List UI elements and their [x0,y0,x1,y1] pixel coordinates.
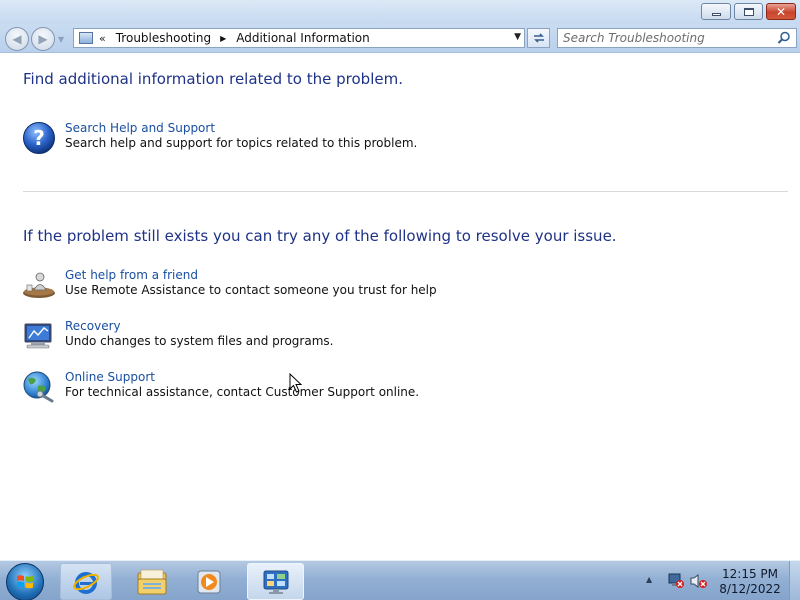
content-pane: Find additional information related to t… [0,54,800,560]
show-hidden-icons-button[interactable]: ▲ [646,575,652,584]
forward-arrow-icon: ▶ [38,32,48,46]
restore-icon [743,7,754,16]
control-panel-icon [263,570,288,594]
breadcrumb-troubleshooting[interactable]: Troubleshooting [116,31,211,45]
search-help-link[interactable]: Search Help and Support [65,121,215,135]
refresh-icon [533,33,544,43]
clock-time: 12:15 PM [722,567,778,581]
taskbar-internet-explorer[interactable] [60,563,112,600]
breadcrumb-separator-icon[interactable]: ▶ [220,34,226,43]
help-icon: ? [23,122,55,154]
internet-explorer-icon [73,571,99,594]
network-icon[interactable] [667,573,685,589]
remote-assistance-icon [23,272,55,298]
show-desktop-button[interactable] [789,561,800,600]
window-title-bar: ✕ [0,0,800,24]
forward-button[interactable]: ▶ [31,27,55,51]
recent-pages-dropdown[interactable]: ▼ [58,35,64,44]
clock-date: 8/12/2022 [719,582,781,596]
folder-icon [137,569,167,594]
page-title: Find additional information related to t… [23,70,403,88]
recovery-link[interactable]: Recovery [65,319,121,333]
start-button[interactable] [6,563,44,600]
section-divider [23,191,788,192]
refresh-button[interactable] [527,28,550,48]
search-icon[interactable] [777,31,791,45]
online-support-link[interactable]: Online Support [65,370,155,384]
back-button[interactable]: ◀ [5,27,29,51]
back-arrow-icon: ◀ [12,32,22,46]
restore-button[interactable] [734,3,763,20]
task-description: For technical assistance, contact Custom… [65,385,420,399]
globe-icon [23,371,54,403]
task-description: Use Remote Assistance to contact someone… [65,283,437,297]
recovery-icon [24,323,52,349]
taskbar: ▲ 12:15 PM 8/12/2022 [0,560,800,600]
media-player-icon [197,570,221,593]
section-heading: If the problem still exists you can try … [23,227,617,245]
windows-logo-icon [17,575,33,589]
task-description: Search help and support for topics relat… [65,136,418,150]
svg-text:?: ? [33,126,45,150]
search-box[interactable] [557,28,797,48]
taskbar-media-player[interactable] [184,563,236,600]
close-icon: ✕ [775,4,787,19]
control-panel-icon [79,32,93,44]
task-description: Undo changes to system files and program… [65,334,334,348]
close-button[interactable]: ✕ [766,3,796,20]
search-input[interactable] [563,30,773,46]
taskbar-control-panel[interactable] [247,563,304,600]
system-clock[interactable]: 12:15 PM 8/12/2022 [718,567,782,597]
volume-muted-icon[interactable] [690,573,708,589]
minimize-icon [711,13,721,16]
minimize-button[interactable] [701,3,731,20]
breadcrumb-additional-information[interactable]: Additional Information [236,31,370,45]
breadcrumb-overflow-icon[interactable]: « [99,32,106,45]
get-help-friend-link[interactable]: Get help from a friend [65,268,198,282]
address-dropdown-icon[interactable]: ▼ [514,32,521,42]
address-bar[interactable]: « Troubleshooting ▶ Additional Informati… [73,28,525,48]
taskbar-windows-explorer[interactable] [126,563,178,600]
mouse-cursor-icon [289,373,303,393]
